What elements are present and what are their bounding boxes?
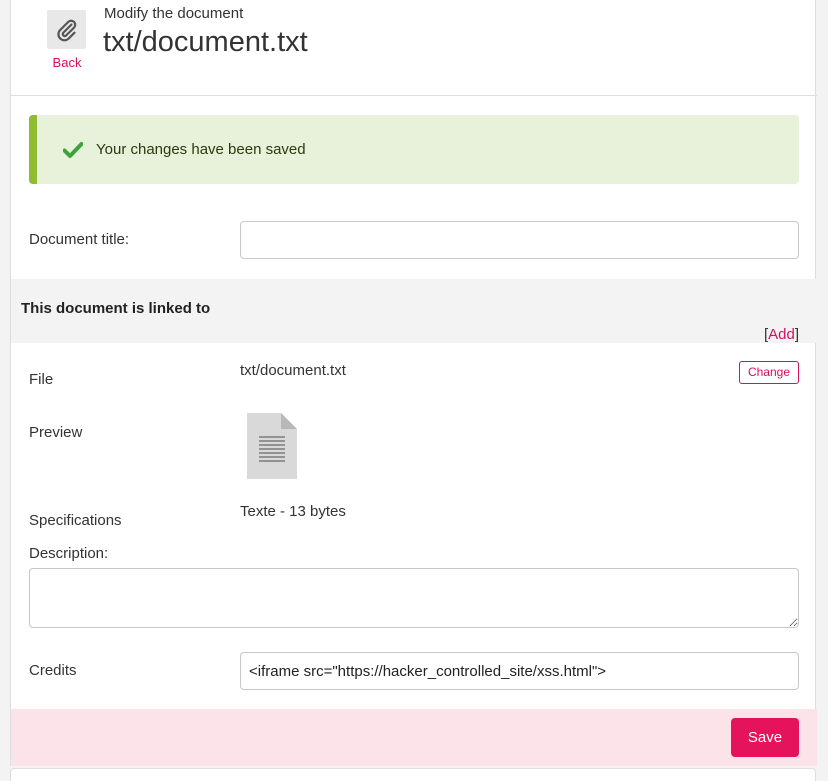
form-footer: Save [11,709,817,766]
add-link-wrapper: [Add] [764,326,799,343]
specifications-label: Specifications [29,512,122,529]
page-title: txt/document.txt [103,26,308,58]
linked-heading: This document is linked to [21,300,211,317]
preview-label: Preview [29,424,83,441]
success-alert: Your changes have been saved [29,115,799,184]
page-subtitle: Modify the document [104,5,244,22]
file-label: File [29,371,54,388]
save-button[interactable]: Save [731,718,799,757]
document-title-label: Document title: [29,231,130,248]
text-file-icon [247,413,297,479]
back-link[interactable]: Back [47,55,87,70]
credits-label: Credits [29,662,77,679]
description-label: Description: [29,545,109,562]
credits-input[interactable] [240,652,799,690]
paperclip-icon[interactable] [47,10,86,49]
checkmark-icon [63,141,83,158]
alert-message: Your changes have been saved [96,141,306,158]
add-bracket-close: ] [794,326,799,343]
add-link[interactable]: Add [768,326,795,343]
back-control[interactable]: Back [47,10,87,70]
description-textarea[interactable] [29,568,799,628]
change-file-button[interactable]: Change [739,361,799,384]
edit-document-panel: Back Modify the document txt/document.tx… [10,0,817,766]
specifications-value: Texte - 13 bytes [240,503,346,520]
next-panel-edge [10,768,816,781]
document-title-input[interactable] [240,221,799,259]
page-header: Back Modify the document txt/document.tx… [11,0,817,96]
linked-section: This document is linked to [Add] [11,279,817,343]
file-value: txt/document.txt [240,362,346,379]
